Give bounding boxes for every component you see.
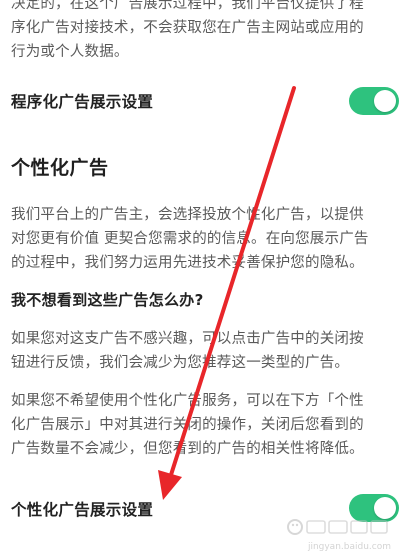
faq-heading: 我不想看到这些广告怎么办? <box>11 291 204 309</box>
programmatic-ad-description: 决定的，在这个广告展示过程中，我们平台仅提供了程 序化广告对接技术，不会获取您在… <box>11 0 393 64</box>
intro-line: 我们平台上的广告主，会选择投放个性化广告，以提供 <box>11 207 364 223</box>
red-arrow-annotation <box>158 86 296 500</box>
watermark-text: jingyan.baidu.com <box>307 542 391 552</box>
personalized-ads-intro: 我们平台上的广告主，会选择投放个性化广告，以提供 对您更有价值 更契合您需求的的… <box>11 203 393 275</box>
faq-answer-1: 如果您对这支广告不感兴趣，可以点击广告中的关闭按 钮进行反馈，我们会减少为您推荐… <box>11 327 393 375</box>
toggle-knob <box>374 90 396 112</box>
intro-line: 的过程中，我们努力运用先进技术妥善保护您的隐私。 <box>11 255 364 271</box>
intro-line: 对您更有价值 更契合您需求的的信息。在向您展示广告 <box>11 231 369 247</box>
programmatic-ad-setting-label: 程序化广告展示设置 <box>11 93 154 111</box>
baidu-jingyan-watermark: jingyan.baidu.com <box>277 511 397 555</box>
watermark-logo-icon <box>287 519 388 535</box>
description-line: 决定的，在这个广告展示过程中，我们平台仅提供了程 <box>11 0 364 12</box>
faq-answer-line: 广告数量不会减少，但您看到的广告的相关性将降低。 <box>11 441 364 457</box>
faq-answer-line: 钮进行反馈，我们会减少为您推荐这一类型的广告。 <box>11 355 350 371</box>
description-line: 序化广告对接技术，不会获取您在广告主网站或应用的 <box>11 20 364 36</box>
ad-settings-page: 决定的，在这个广告展示过程中，我们平台仅提供了程 序化广告对接技术，不会获取您在… <box>0 0 401 557</box>
description-line: 行为或个人数据。 <box>11 44 129 60</box>
personalized-ads-heading: 个性化广告 <box>11 157 109 179</box>
faq-answer-2: 如果您不希望使用个性化广告服务，可以在下方「个性 化广告展示」中对其进行关闭的操… <box>11 389 393 461</box>
personalized-ad-setting-label: 个性化广告展示设置 <box>11 501 154 519</box>
faq-answer-line: 如果您对这支广告不感兴趣，可以点击广告中的关闭按 <box>11 331 364 347</box>
arrow-head <box>158 470 182 500</box>
faq-answer-line: 如果您不希望使用个性化广告服务，可以在下方「个性 <box>11 393 364 409</box>
faq-answer-line: 化广告展示」中对其进行关闭的操作，关闭后您看到的 <box>11 417 364 433</box>
programmatic-ad-toggle[interactable] <box>349 87 399 115</box>
